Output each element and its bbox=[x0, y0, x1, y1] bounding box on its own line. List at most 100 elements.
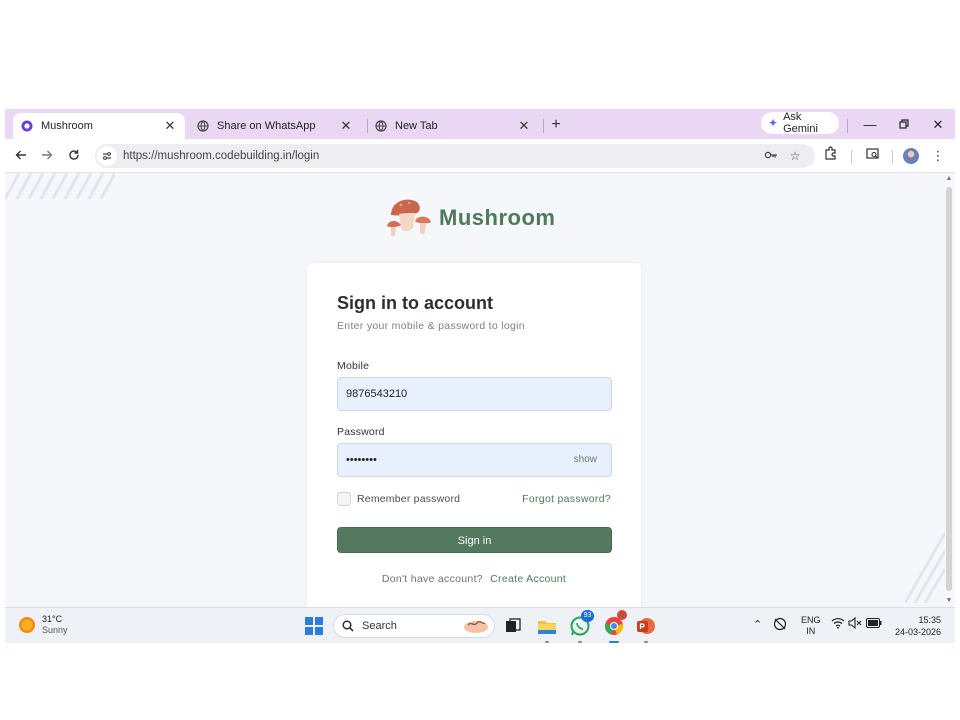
signup-question: Don't have account? bbox=[381, 573, 483, 585]
arrow-right-icon bbox=[42, 150, 53, 160]
site-settings-icon[interactable] bbox=[97, 146, 117, 166]
sun-icon bbox=[19, 617, 35, 633]
tab-mushroom[interactable]: Mushroom ✕ bbox=[13, 113, 185, 139]
search-highlight-icon bbox=[464, 621, 488, 633]
url-text: https://mushroom.codebuilding.in/login bbox=[123, 150, 320, 162]
file-explorer-icon[interactable] bbox=[536, 615, 558, 643]
password-key-icon[interactable] bbox=[761, 146, 781, 166]
windows-taskbar: 31°C Sunny Search 93 ⌃ ENG IN 15:35 24-0… bbox=[5, 607, 955, 643]
arrow-left-icon bbox=[15, 150, 26, 160]
tab-share-on-whatsapp[interactable]: Share on WhatsApp ✕ bbox=[189, 113, 361, 139]
remember-password-checkbox[interactable] bbox=[337, 492, 351, 506]
mobile-label: Mobile bbox=[337, 360, 370, 372]
whatsapp-icon[interactable]: 93 bbox=[569, 610, 594, 643]
password-input-value: •••••••• bbox=[346, 454, 377, 466]
back-button[interactable] bbox=[11, 146, 31, 166]
scroll-up-icon[interactable]: ▲ bbox=[943, 175, 955, 182]
scroll-thumb[interactable] bbox=[946, 187, 952, 591]
tab-title: Share on WhatsApp bbox=[217, 120, 316, 132]
running-indicator bbox=[578, 641, 582, 643]
whatsapp-badge: 93 bbox=[581, 610, 594, 622]
running-indicator bbox=[644, 641, 648, 643]
wifi-icon[interactable] bbox=[831, 617, 845, 632]
address-bar[interactable]: https://mushroom.codebuilding.in/login ☆ bbox=[95, 144, 815, 168]
search-icon bbox=[342, 620, 354, 632]
restore-button[interactable] bbox=[893, 115, 915, 135]
task-view-icon[interactable] bbox=[503, 616, 523, 636]
toolbar-separator bbox=[847, 119, 848, 133]
brand-logo: Mushroom bbox=[385, 195, 555, 241]
tab-separator bbox=[543, 119, 544, 133]
toolbar-separator bbox=[892, 150, 893, 164]
close-icon[interactable]: ✕ bbox=[163, 118, 177, 134]
password-label: Password bbox=[337, 426, 385, 438]
mobile-input-value: 9876543210 bbox=[346, 388, 408, 400]
ask-gemini-label: Ask Gemini bbox=[783, 111, 818, 135]
forgot-password-link[interactable]: Forgot password? bbox=[522, 493, 611, 505]
close-icon[interactable]: ✕ bbox=[517, 118, 531, 134]
remember-password-label[interactable]: Remember password bbox=[357, 493, 460, 505]
volume-muted-icon[interactable] bbox=[848, 616, 862, 632]
language-code: ENG bbox=[801, 615, 821, 625]
browser-toolbar: https://mushroom.codebuilding.in/login ☆… bbox=[5, 139, 955, 173]
signin-card: Sign in to account Enter your mobile & p… bbox=[307, 263, 641, 607]
clock-time: 15:35 bbox=[918, 615, 941, 625]
decorative-stripes bbox=[5, 173, 115, 199]
windows-start-icon[interactable] bbox=[305, 617, 323, 635]
show-password-toggle[interactable]: show bbox=[574, 454, 597, 465]
chrome-icon[interactable] bbox=[603, 610, 627, 643]
clock-date: 24-03-2026 bbox=[894, 627, 941, 637]
extensions-icon[interactable] bbox=[821, 146, 841, 166]
chrome-notification-badge bbox=[617, 610, 627, 620]
sign-in-button[interactable]: Sign in bbox=[337, 527, 612, 553]
card-subtitle: Enter your mobile & password to login bbox=[337, 320, 525, 332]
battery-icon[interactable] bbox=[866, 618, 882, 631]
tab-new-tab[interactable]: New Tab ✕ bbox=[367, 113, 539, 139]
chevron-up-icon[interactable]: ⌃ bbox=[753, 618, 762, 631]
tab-title: Mushroom bbox=[41, 120, 93, 132]
language-indicator[interactable]: ENG IN bbox=[801, 615, 821, 637]
location-off-icon[interactable] bbox=[773, 617, 787, 634]
web-page: Mushroom Sign in to account Enter your m… bbox=[5, 173, 955, 607]
reload-button[interactable] bbox=[64, 146, 84, 166]
new-tab-button[interactable]: + bbox=[546, 115, 566, 135]
close-window-button[interactable]: ✕ bbox=[927, 115, 949, 135]
mushroom-logo-icon bbox=[387, 199, 431, 237]
taskbar-search[interactable]: Search bbox=[333, 614, 495, 638]
active-indicator bbox=[609, 641, 619, 643]
taskbar-search-label: Search bbox=[362, 620, 397, 632]
minimize-button[interactable]: — bbox=[859, 115, 881, 135]
page-scrollbar[interactable]: ▲ ▼ bbox=[943, 173, 955, 607]
region-code: IN bbox=[806, 626, 816, 636]
globe-icon bbox=[197, 120, 209, 132]
weather-temp: 31°C bbox=[42, 614, 63, 624]
card-title: Sign in to account bbox=[337, 293, 493, 313]
scroll-down-icon[interactable]: ▼ bbox=[943, 597, 955, 604]
decorative-stripes bbox=[905, 532, 945, 603]
weather-desc: Sunny bbox=[42, 625, 68, 635]
tab-title: New Tab bbox=[395, 120, 438, 132]
mobile-input[interactable]: 9876543210 bbox=[337, 377, 612, 411]
create-account-link[interactable]: Create Account bbox=[490, 573, 566, 585]
toolbar-separator bbox=[851, 150, 852, 164]
gemini-sparkle-icon: ✦ bbox=[768, 116, 779, 130]
screen: Mushroom ✕ Share on WhatsApp ✕ New Tab ✕… bbox=[5, 109, 955, 643]
close-icon[interactable]: ✕ bbox=[339, 118, 353, 134]
weather-widget[interactable]: 31°C Sunny bbox=[19, 614, 68, 636]
globe-icon bbox=[375, 120, 387, 132]
signup-row: Don't have account? Create Account bbox=[307, 573, 641, 585]
profile-avatar[interactable] bbox=[903, 148, 919, 164]
forward-button[interactable] bbox=[37, 146, 57, 166]
bookmark-star-icon[interactable]: ☆ bbox=[785, 146, 805, 166]
powerpoint-icon[interactable] bbox=[635, 615, 657, 643]
password-input[interactable]: •••••••• show bbox=[337, 443, 612, 477]
restore-icon bbox=[899, 119, 909, 129]
mushroom-favicon bbox=[21, 120, 33, 132]
more-menu-icon[interactable]: ⋮ bbox=[928, 146, 948, 166]
running-indicator bbox=[545, 641, 549, 643]
system-clock[interactable]: 15:35 24-03-2026 bbox=[893, 614, 941, 638]
tab-search-icon[interactable] bbox=[863, 146, 883, 166]
reload-icon bbox=[69, 150, 79, 160]
ask-gemini-button[interactable]: ✦ Ask Gemini bbox=[761, 111, 839, 135]
tab-strip: Mushroom ✕ Share on WhatsApp ✕ New Tab ✕… bbox=[5, 109, 955, 139]
